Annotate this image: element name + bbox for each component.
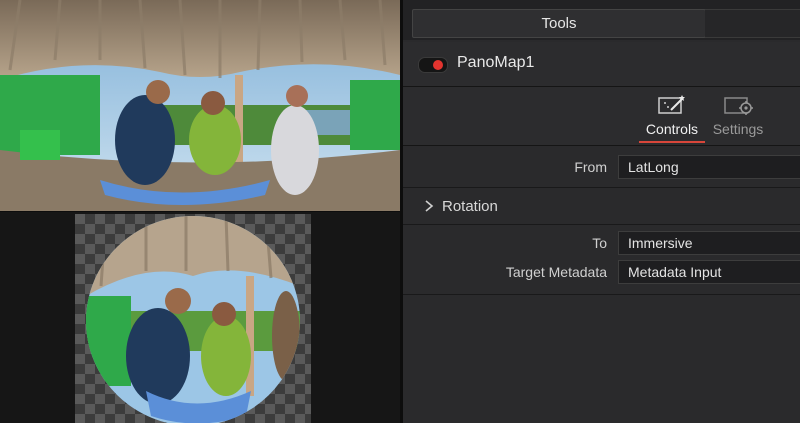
rotation-section-title: Rotation [442, 198, 498, 215]
target-metadata-value: Metadata Input [628, 264, 722, 280]
subtab-settings[interactable]: Settings [708, 87, 768, 145]
to-row: To Immersive [403, 228, 800, 258]
target-metadata-label: Target Metadata [505, 264, 607, 280]
settings-gear-icon [724, 97, 753, 115]
active-tab-underline [639, 141, 705, 143]
from-value: LatLong [628, 159, 679, 175]
enable-dot-icon [433, 60, 443, 70]
node-header[interactable]: PanoMap1 [403, 42, 800, 87]
from-row: From LatLong [403, 152, 800, 182]
to-value: Immersive [628, 235, 693, 251]
panorama-image [0, 0, 400, 212]
top-viewer[interactable] [0, 0, 400, 212]
separator [403, 187, 800, 188]
chevron-right-icon [425, 200, 434, 212]
controls-wand-icon [658, 95, 685, 114]
subtab-bar: Controls Settings [403, 87, 800, 146]
from-label: From [574, 159, 607, 175]
to-dropdown[interactable]: Immersive [618, 231, 800, 255]
to-label: To [592, 235, 607, 251]
target-metadata-dropdown[interactable]: Metadata Input [618, 260, 800, 284]
subtab-settings-label: Settings [712, 121, 764, 137]
from-dropdown[interactable]: LatLong [618, 155, 800, 179]
separator [403, 294, 800, 295]
tab-empty[interactable] [705, 9, 800, 38]
fisheye-image [86, 216, 300, 423]
subtab-controls[interactable]: Controls [639, 87, 705, 145]
node-enable-toggle[interactable] [418, 57, 448, 73]
tab-tools-label: Tools [541, 15, 577, 32]
node-name: PanoMap1 [457, 54, 535, 71]
inspector-panel: Tools PanoMap1 Controls Settings From La… [403, 0, 800, 423]
tab-tools[interactable]: Tools [412, 9, 706, 38]
bottom-viewer[interactable] [0, 212, 400, 423]
rotation-section-header[interactable]: Rotation [403, 190, 800, 224]
separator [403, 224, 800, 225]
subtab-controls-label: Controls [645, 121, 699, 137]
target-metadata-row: Target Metadata Metadata Input [403, 257, 800, 287]
inspector-tabbar: Tools [403, 0, 800, 40]
